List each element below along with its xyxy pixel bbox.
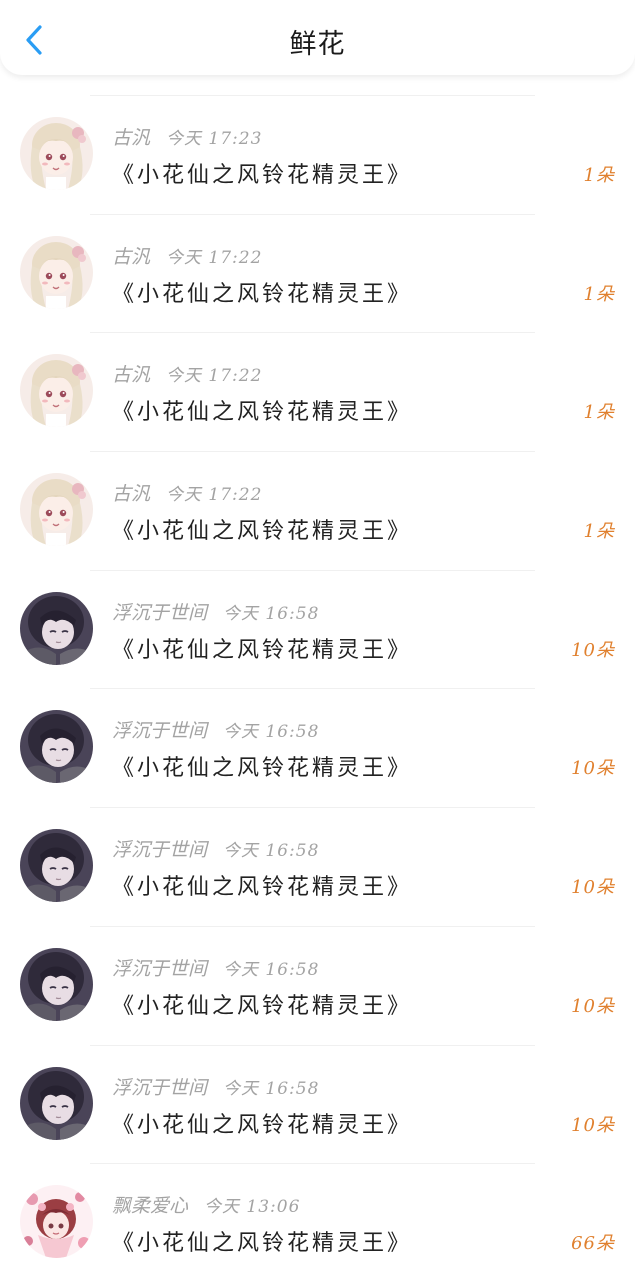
user-name[interactable]: 古汎	[112, 242, 150, 269]
avatar[interactable]	[20, 710, 93, 784]
user-name[interactable]: 飘柔爱心	[112, 1191, 188, 1218]
flower-count: 10朵	[571, 995, 615, 1017]
record-meta: 浮沉于世间 今天 16:58	[112, 716, 319, 743]
flower-count: 10朵	[571, 877, 615, 899]
timestamp: 今天 16:58	[223, 722, 320, 743]
timestamp: 今天 13:06	[204, 1197, 301, 1218]
divider	[90, 95, 535, 96]
avatar[interactable]	[20, 591, 93, 665]
book-title[interactable]: 《小花仙之风铃花精灵王》	[112, 988, 412, 1020]
divider	[90, 1044, 535, 1046]
avatar[interactable]	[20, 1066, 93, 1140]
record-meta: 浮沉于世间 今天 16:58	[112, 835, 319, 862]
book-title[interactable]: 《小花仙之风铃花精灵王》	[112, 157, 412, 189]
record-meta: 古汎 今天 17:22	[112, 242, 262, 269]
divider	[90, 569, 535, 571]
record-meta: 浮沉于世间 今天 16:58	[112, 598, 319, 625]
list-item[interactable]: 古汎 今天 17:22 《小花仙之风铃花精灵王》 1朵	[0, 213, 635, 333]
book-title[interactable]: 《小花仙之风铃花精灵王》	[112, 1107, 412, 1139]
book-title[interactable]: 《小花仙之风铃花精灵王》	[112, 632, 412, 664]
divider	[90, 807, 535, 809]
list-item[interactable]: 古汎 今天 17:22 《小花仙之风铃花精灵王》 1朵	[0, 332, 635, 451]
flower-record-list: 古汎 今天 17:23 《小花仙之风铃花精灵王》 1朵 古汎 今天 17:22 …	[0, 95, 635, 1280]
record-meta: 浮沉于世间 今天 16:58	[112, 954, 319, 981]
list-item[interactable]: 浮沉于世间 今天 16:58 《小花仙之风铃花精灵王》 10朵	[0, 925, 635, 1045]
record-meta: 古汎 今天 17:22	[112, 360, 262, 387]
list-item[interactable]: 浮沉于世间 今天 16:58 《小花仙之风铃花精灵王》 10朵	[0, 569, 635, 689]
flower-count: 10朵	[571, 1114, 615, 1136]
divider	[90, 1163, 535, 1165]
timestamp: 今天 16:58	[223, 603, 320, 624]
list-item[interactable]: 浮沉于世间 今天 16:58 《小花仙之风铃花精灵王》 10朵	[0, 688, 635, 807]
page-title: 鲜花	[289, 29, 346, 60]
timestamp: 今天 17:22	[166, 247, 263, 268]
avatar[interactable]	[20, 947, 93, 1021]
top-bar: 鲜花	[0, 0, 635, 75]
book-title[interactable]: 《小花仙之风铃花精灵王》	[112, 750, 412, 782]
record-meta: 古汎 今天 17:22	[112, 479, 262, 506]
flower-count: 1朵	[583, 402, 615, 424]
flower-count: 1朵	[583, 283, 615, 305]
timestamp: 今天 16:58	[223, 1078, 320, 1099]
book-title[interactable]: 《小花仙之风铃花精灵王》	[112, 1225, 412, 1257]
flower-count: 1朵	[583, 165, 615, 186]
user-name[interactable]: 浮沉于世间	[112, 598, 207, 625]
book-title[interactable]: 《小花仙之风铃花精灵王》	[112, 394, 412, 426]
divider	[90, 213, 535, 215]
user-name[interactable]: 古汎	[112, 123, 150, 150]
user-name[interactable]: 浮沉于世间	[112, 716, 207, 743]
user-name[interactable]: 古汎	[112, 360, 150, 387]
user-name[interactable]: 浮沉于世间	[112, 1073, 207, 1100]
page: 鲜花 古汎 今天 17:23 《小花仙之风铃花精灵王》 1朵 古汎 今天 17:…	[0, 0, 635, 1280]
divider	[90, 688, 535, 690]
flower-count: 1朵	[583, 521, 615, 543]
user-name[interactable]: 浮沉于世间	[112, 835, 207, 862]
avatar[interactable]	[20, 473, 93, 547]
record-meta: 飘柔爱心 今天 13:06	[112, 1191, 300, 1218]
avatar[interactable]	[20, 829, 93, 903]
record-meta: 古汎 今天 17:23	[112, 123, 262, 150]
list-item[interactable]: 浮沉于世间 今天 16:58 《小花仙之风铃花精灵王》 10朵	[0, 807, 635, 926]
avatar[interactable]	[20, 1185, 93, 1259]
list-item[interactable]: 飘柔爱心 今天 13:06 《小花仙之风铃花精灵王》 66朵	[0, 1163, 635, 1280]
timestamp: 今天 16:58	[223, 841, 320, 862]
book-title[interactable]: 《小花仙之风铃花精灵王》	[112, 869, 412, 901]
user-name[interactable]: 古汎	[112, 479, 150, 506]
user-name[interactable]: 浮沉于世间	[112, 954, 207, 981]
timestamp: 今天 16:58	[223, 959, 320, 980]
record-meta: 浮沉于世间 今天 16:58	[112, 1073, 319, 1100]
divider	[90, 332, 535, 334]
list-item[interactable]: 古汎 今天 17:23 《小花仙之风铃花精灵王》 1朵	[0, 95, 635, 214]
divider	[90, 451, 535, 453]
avatar[interactable]	[20, 354, 93, 428]
flower-count: 66朵	[571, 1233, 615, 1255]
timestamp: 今天 17:22	[166, 366, 263, 387]
divider	[90, 925, 535, 927]
timestamp: 今天 17:22	[166, 485, 263, 506]
timestamp: 今天 17:23	[166, 129, 263, 149]
list-item[interactable]: 古汎 今天 17:22 《小花仙之风铃花精灵王》 1朵	[0, 451, 635, 570]
flower-count: 10朵	[571, 758, 615, 780]
book-title[interactable]: 《小花仙之风铃花精灵王》	[112, 513, 412, 545]
flower-count: 10朵	[571, 639, 615, 661]
avatar[interactable]	[20, 235, 93, 309]
list-item[interactable]: 浮沉于世间 今天 16:58 《小花仙之风铃花精灵王》 10朵	[0, 1044, 635, 1164]
avatar[interactable]	[20, 117, 93, 190]
book-title[interactable]: 《小花仙之风铃花精灵王》	[112, 276, 412, 308]
